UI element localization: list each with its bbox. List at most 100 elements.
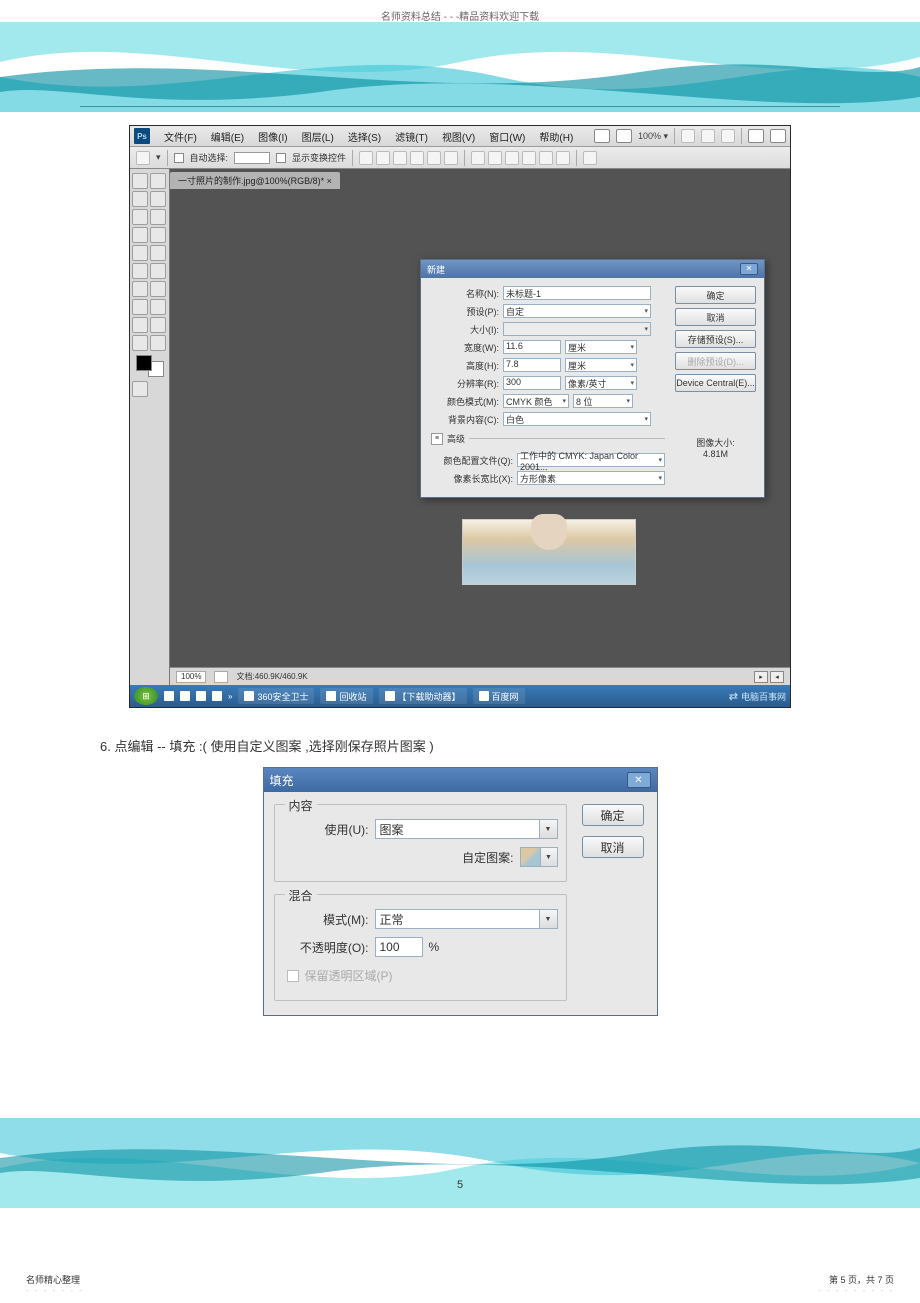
brush-tool[interactable] bbox=[132, 245, 148, 261]
zoom-tool[interactable] bbox=[150, 335, 166, 351]
nav-prev-button[interactable]: ◂ bbox=[770, 671, 784, 683]
wand-tool[interactable] bbox=[150, 191, 166, 207]
menu-filter[interactable]: 滤镜(T) bbox=[389, 129, 434, 144]
arrange-icon[interactable] bbox=[748, 129, 764, 143]
distribute-icon[interactable] bbox=[505, 151, 519, 165]
ok-button[interactable]: 确定 bbox=[675, 286, 756, 304]
quickmask-tool[interactable] bbox=[132, 381, 148, 397]
menu-view[interactable]: 视图(V) bbox=[436, 129, 481, 144]
use-dropdown[interactable]: 图案 ▼ bbox=[375, 819, 558, 839]
screenmode-icon[interactable] bbox=[616, 129, 632, 143]
advanced-collapse-button[interactable]: ≡ bbox=[431, 433, 443, 445]
menu-layer[interactable]: 图层(L) bbox=[296, 129, 340, 144]
photo-preview bbox=[462, 519, 636, 585]
hand-icon[interactable] bbox=[681, 129, 695, 143]
res-input[interactable]: 300 bbox=[503, 376, 561, 390]
quicklaunch-icon[interactable] bbox=[196, 691, 206, 701]
height-input[interactable]: 7.8 bbox=[503, 358, 561, 372]
depth-dropdown[interactable]: 8 位 bbox=[573, 394, 633, 408]
fg-color-swatch[interactable] bbox=[136, 355, 152, 371]
move-tool-icon[interactable] bbox=[136, 151, 150, 165]
mode-dropdown[interactable]: CMYK 颜色 bbox=[503, 394, 569, 408]
gradient-tool[interactable] bbox=[132, 281, 148, 297]
start-button[interactable]: ⊞ bbox=[134, 687, 158, 705]
crop-tool[interactable] bbox=[132, 209, 148, 225]
width-input[interactable]: 11.6 bbox=[503, 340, 561, 354]
dialog-close-button[interactable]: ✕ bbox=[740, 263, 758, 275]
slice-tool[interactable] bbox=[150, 209, 166, 225]
lasso-tool[interactable] bbox=[132, 191, 148, 207]
auto-align-icon[interactable] bbox=[583, 151, 597, 165]
layout-icon[interactable] bbox=[594, 129, 610, 143]
distribute-icon[interactable] bbox=[522, 151, 536, 165]
save-preset-button[interactable]: 存储预设(S)... bbox=[675, 330, 756, 348]
distribute-icon[interactable] bbox=[471, 151, 485, 165]
align-icon[interactable] bbox=[444, 151, 458, 165]
text-tool[interactable] bbox=[150, 299, 166, 315]
taskbar-item[interactable]: 回收站 bbox=[320, 688, 372, 704]
menu-window[interactable]: 窗口(W) bbox=[483, 129, 531, 144]
width-unit-dropdown[interactable]: 厘米 bbox=[565, 340, 637, 354]
shape-tool[interactable] bbox=[150, 317, 166, 333]
distribute-icon[interactable] bbox=[488, 151, 502, 165]
bg-dropdown[interactable]: 白色 bbox=[503, 412, 651, 426]
menu-edit[interactable]: 编辑(E) bbox=[205, 129, 250, 144]
stamp-tool[interactable] bbox=[150, 245, 166, 261]
preset-dropdown[interactable]: 自定 bbox=[503, 304, 651, 318]
align-icon[interactable] bbox=[427, 151, 441, 165]
nav-first-button[interactable]: ▸ bbox=[754, 671, 768, 683]
zoom-display[interactable]: 100% ▾ bbox=[638, 131, 668, 142]
zoom-status[interactable]: 100% bbox=[176, 671, 206, 683]
mode-dropdown[interactable]: 正常 ▼ bbox=[375, 909, 558, 929]
quicklaunch-icon[interactable] bbox=[164, 691, 174, 701]
dodge-tool[interactable] bbox=[132, 299, 148, 315]
name-input[interactable]: 未标题-1 bbox=[503, 286, 651, 300]
ok-button[interactable]: 确定 bbox=[582, 804, 644, 826]
eraser-tool[interactable] bbox=[150, 263, 166, 279]
document-tab[interactable]: 一寸照片的制作.jpg@100%(RGB/8)* × bbox=[170, 172, 340, 189]
extras-icon[interactable] bbox=[770, 129, 786, 143]
quicklaunch-icon[interactable] bbox=[212, 691, 222, 701]
eyedropper-tool[interactable] bbox=[132, 227, 148, 243]
taskbar-item[interactable]: 360安全卫士 bbox=[238, 688, 314, 704]
taskbar-item[interactable]: 百度网 bbox=[473, 688, 525, 704]
auto-select-dropdown[interactable] bbox=[234, 152, 270, 164]
marquee-tool[interactable] bbox=[132, 173, 148, 189]
auto-select-checkbox[interactable] bbox=[174, 153, 184, 163]
distribute-icon[interactable] bbox=[556, 151, 570, 165]
show-transform-checkbox[interactable] bbox=[276, 153, 286, 163]
move-tool[interactable] bbox=[150, 173, 166, 189]
align-icon[interactable] bbox=[359, 151, 373, 165]
quicklaunch-icon[interactable] bbox=[180, 691, 190, 701]
fg-bg-color[interactable] bbox=[136, 355, 164, 377]
path-tool[interactable] bbox=[132, 335, 148, 351]
profile-label: 颜色配置文件(Q): bbox=[429, 454, 513, 467]
rotate-icon[interactable] bbox=[721, 129, 735, 143]
pattern-picker[interactable]: ▼ bbox=[520, 847, 558, 867]
fill-dialog-close-button[interactable]: ✕ bbox=[627, 772, 651, 788]
heal-tool[interactable] bbox=[150, 227, 166, 243]
menu-select[interactable]: 选择(S) bbox=[342, 129, 387, 144]
pen-tool[interactable] bbox=[132, 317, 148, 333]
status-icon[interactable] bbox=[214, 671, 228, 683]
cancel-button[interactable]: 取消 bbox=[675, 308, 756, 326]
blur-tool[interactable] bbox=[150, 281, 166, 297]
align-icon[interactable] bbox=[393, 151, 407, 165]
device-central-button[interactable]: Device Central(E)... bbox=[675, 374, 756, 392]
height-unit-dropdown[interactable]: 厘米 bbox=[565, 358, 637, 372]
distribute-icon[interactable] bbox=[539, 151, 553, 165]
zoom-icon[interactable] bbox=[701, 129, 715, 143]
cancel-button[interactable]: 取消 bbox=[582, 836, 644, 858]
menu-image[interactable]: 图像(I) bbox=[252, 129, 293, 144]
taskbar-item[interactable]: 【下载助动器】 bbox=[379, 688, 467, 704]
menu-file[interactable]: 文件(F) bbox=[158, 129, 203, 144]
profile-dropdown[interactable]: 工作中的 CMYK: Japan Color 2001... bbox=[517, 453, 665, 467]
history-tool[interactable] bbox=[132, 263, 148, 279]
opacity-input[interactable]: 100 bbox=[375, 937, 423, 957]
align-icon[interactable] bbox=[376, 151, 390, 165]
align-icon[interactable] bbox=[410, 151, 424, 165]
res-unit-dropdown[interactable]: 像素/英寸 bbox=[565, 376, 637, 390]
menu-help[interactable]: 帮助(H) bbox=[533, 129, 579, 144]
footer-dots: - - - - - - - bbox=[26, 1286, 84, 1295]
pixel-ratio-dropdown[interactable]: 方形像素 bbox=[517, 471, 665, 485]
